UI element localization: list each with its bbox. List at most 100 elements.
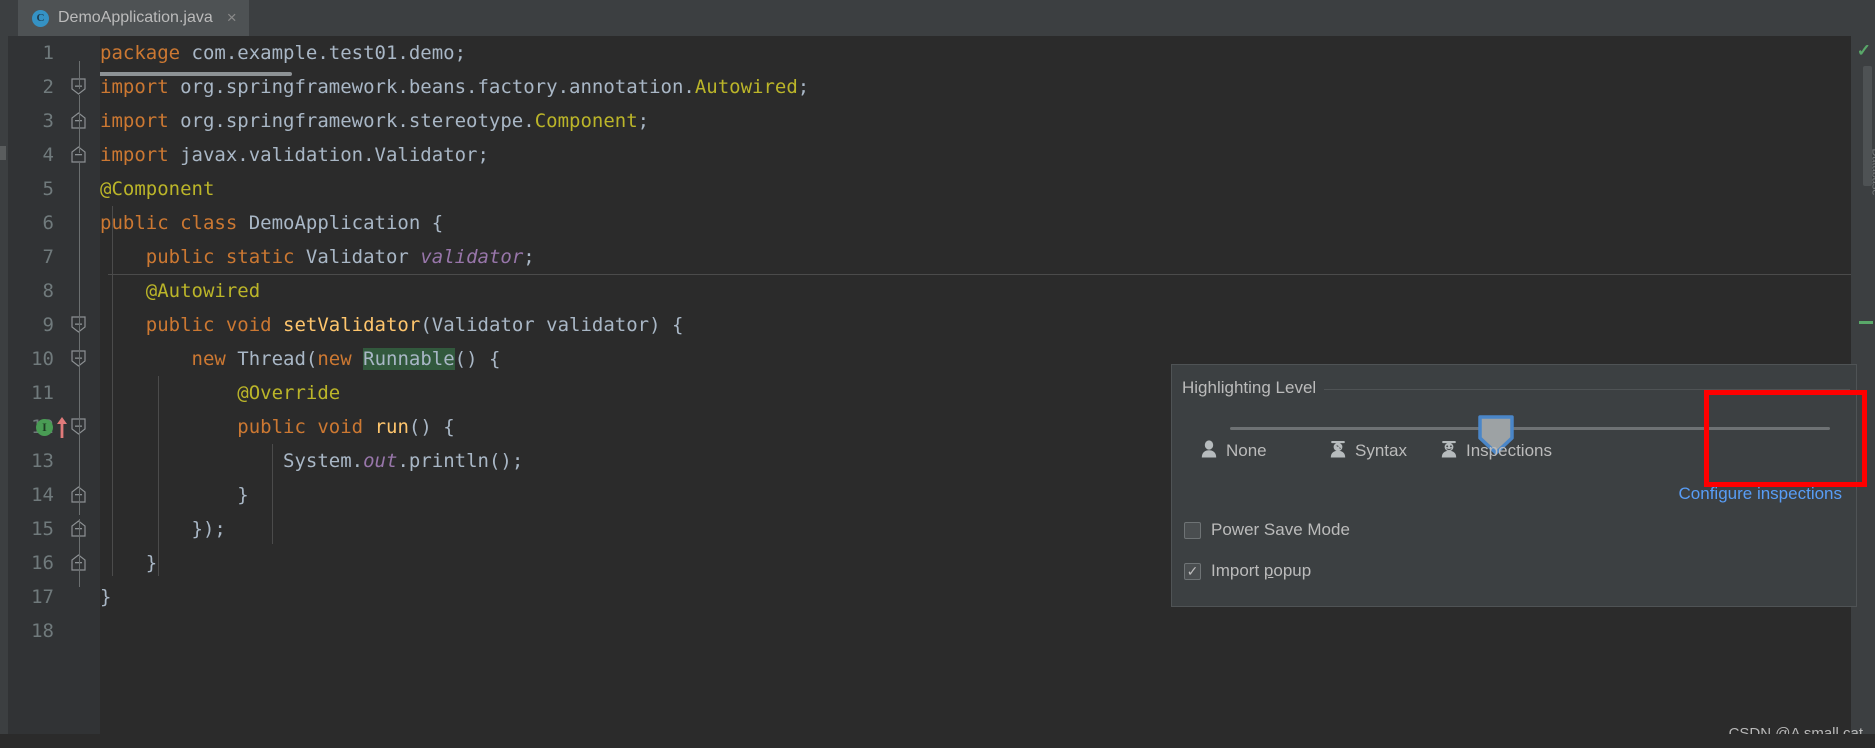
line-number: 3 <box>42 110 54 132</box>
inspector-none-icon <box>1200 439 1218 463</box>
code-line[interactable]: import org.springframework.beans.factory… <box>100 70 1851 104</box>
title-divider <box>1324 389 1850 390</box>
code-token: new <box>191 348 238 370</box>
editor-tab-label: DemoApplication.java <box>58 9 213 26</box>
fold-connector <box>79 163 80 351</box>
gutter-row[interactable]: 5 <box>8 172 100 206</box>
gutter-row[interactable]: 10 <box>8 342 100 376</box>
import-popup-checkbox-row[interactable]: ✓ Import popup <box>1184 561 1311 581</box>
gutter-row[interactable]: 11 <box>8 376 100 410</box>
gutter-row[interactable]: 16 <box>8 546 100 580</box>
code-token: javax.validation.Validator; <box>180 144 489 166</box>
configure-inspections-link[interactable]: Configure inspections <box>1679 484 1842 504</box>
highlighting-level-slider[interactable] <box>1230 427 1830 430</box>
method-separator <box>108 274 1851 275</box>
rail-label-database[interactable]: Database <box>1869 148 1875 195</box>
gutter-row[interactable]: 6 <box>8 206 100 240</box>
gutter-row[interactable]: 12I <box>8 410 100 444</box>
line-number: 13 <box>31 450 54 472</box>
code-line[interactable]: package com.example.test01.demo; <box>100 36 1851 70</box>
code-token: setValidator <box>283 314 421 336</box>
editor-gutter[interactable]: 1 2 3 45 6 7 8 910 11 12I 13 14 15 16 17 18 <box>8 36 100 748</box>
stripe-marker[interactable] <box>1859 321 1873 324</box>
highlighting-level-popup[interactable]: Highlighting Level None Syntax Inspectio… <box>1171 364 1857 607</box>
level-option-inspections[interactable]: Inspections <box>1440 439 1552 463</box>
gutter-row[interactable]: 17 <box>8 580 100 614</box>
code-line[interactable] <box>100 614 1851 648</box>
editor-tab-demoapplication[interactable]: C DemoApplication.java × <box>18 0 249 36</box>
bottom-strip <box>0 734 1875 748</box>
java-class-icon: C <box>32 9 49 27</box>
highlighting-level-options: None Syntax Inspections <box>1172 439 1858 473</box>
line-number: 6 <box>42 212 54 234</box>
gutter-row[interactable]: 4 <box>8 138 100 172</box>
code-token: @Autowired <box>145 280 261 302</box>
gutter-row[interactable]: 18 <box>8 614 100 648</box>
gutter-row[interactable]: 13 <box>8 444 100 478</box>
editor-tab-bar: C DemoApplication.java × <box>0 0 1875 36</box>
code-token: run <box>374 416 409 438</box>
close-icon[interactable]: × <box>227 8 237 28</box>
implementing-method-icon[interactable]: I <box>36 419 53 436</box>
code-line[interactable]: import javax.validation.Validator; <box>100 138 1851 172</box>
level-option-syntax[interactable]: Syntax <box>1329 439 1407 463</box>
code-token: () { <box>408 416 455 438</box>
code-token: (Validator validator) { <box>420 314 684 336</box>
code-token: () { <box>454 348 501 370</box>
gutter-row[interactable]: 2 <box>8 70 100 104</box>
code-line[interactable]: import org.springframework.stereotype.Co… <box>100 104 1851 138</box>
code-token: org.springframework.beans.factory.annota… <box>180 76 695 98</box>
code-line[interactable]: @Autowired <box>100 274 1851 308</box>
fold-connector <box>79 61 80 89</box>
line-number: 1 <box>42 42 54 64</box>
code-token: System. <box>283 450 364 472</box>
line-number: 8 <box>42 280 54 302</box>
line-number: 7 <box>42 246 54 268</box>
code-token: Autowired <box>694 76 798 98</box>
line-number: 17 <box>31 586 54 608</box>
level-option-none[interactable]: None <box>1200 439 1267 463</box>
gutter-row[interactable]: 3 <box>8 104 100 138</box>
code-token: public static <box>145 246 306 268</box>
inspector-syntax-icon <box>1329 439 1347 463</box>
code-line[interactable]: public class DemoApplication { <box>100 206 1851 240</box>
code-token: } <box>100 552 158 574</box>
up-arrow-icon[interactable] <box>56 416 68 444</box>
code-line[interactable]: @Component <box>100 172 1851 206</box>
code-token: ; <box>637 110 650 132</box>
line-number: 15 <box>31 518 54 540</box>
code-token: DemoApplication { <box>248 212 444 234</box>
gutter-row[interactable]: 1 <box>8 36 100 70</box>
code-token: ; <box>797 76 810 98</box>
code-token: .println(); <box>397 450 524 472</box>
line-number: 14 <box>31 484 54 506</box>
gutter-row[interactable]: 8 <box>8 274 100 308</box>
code-token: com.example.test01.demo; <box>191 42 467 64</box>
fold-connector <box>79 519 80 553</box>
code-token: import <box>100 144 181 166</box>
line-number: 2 <box>42 76 54 98</box>
gutter-row[interactable]: 14 <box>8 478 100 512</box>
gutter-row[interactable]: 7 <box>8 240 100 274</box>
code-token: package <box>100 42 192 64</box>
indent-guide <box>158 376 159 576</box>
check-icon: ✓ <box>1186 563 1199 579</box>
code-token: out <box>363 450 398 472</box>
gutter-row[interactable]: 15 <box>8 512 100 546</box>
code-token: public class <box>100 212 249 234</box>
line-number: 11 <box>31 382 54 404</box>
fold-connector <box>79 95 80 153</box>
code-line[interactable]: public static Validator validator; <box>100 240 1851 274</box>
gutter-row[interactable]: 9 <box>8 308 100 342</box>
power-save-mode-checkbox-row[interactable]: Power Save Mode <box>1184 520 1350 540</box>
code-line[interactable]: public void setValidator(Validator valid… <box>100 308 1851 342</box>
code-token: org.springframework.stereotype. <box>180 110 535 132</box>
power-save-mode-checkbox[interactable] <box>1184 521 1201 539</box>
import-popup-checkbox[interactable]: ✓ <box>1184 562 1201 580</box>
